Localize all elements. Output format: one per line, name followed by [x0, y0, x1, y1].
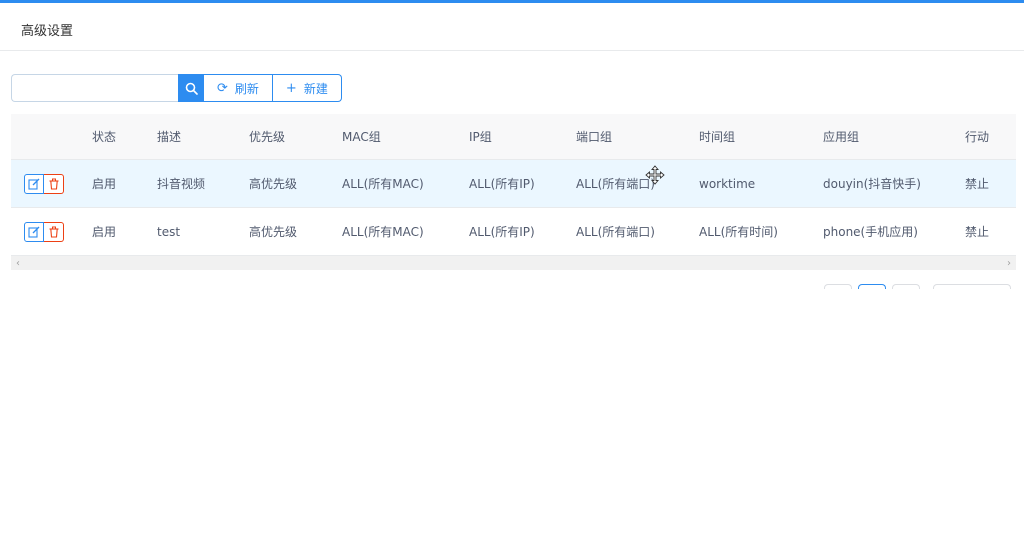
edit-button[interactable]	[24, 174, 44, 194]
page-title: 高级设置	[21, 24, 74, 39]
trash-icon	[49, 226, 58, 238]
description-cell: 抖音视频	[157, 177, 206, 191]
scroll-right-arrow[interactable]: ›	[1002, 256, 1016, 270]
edit-icon	[28, 226, 40, 238]
column-header-app-group: 应用组	[823, 130, 860, 144]
pagination-current-page[interactable]	[858, 284, 886, 289]
toolbar: ⟳ 刷新 + 新建	[11, 74, 342, 102]
edit-icon	[28, 178, 40, 190]
port-group-cell: ALL(所有端口)	[576, 177, 655, 191]
refresh-icon: ⟳	[217, 80, 228, 96]
row-actions	[24, 222, 64, 242]
column-header-time-group: 时间组	[699, 130, 736, 144]
plus-icon: +	[285, 80, 297, 96]
page-header: 高级设置	[0, 3, 1024, 51]
column-header-port-group: 端口组	[576, 130, 613, 144]
pagination-prev-button[interactable]	[824, 284, 852, 289]
status-cell: 启用	[92, 177, 117, 191]
priority-cell: 高优先级	[249, 225, 298, 239]
ip-group-cell: ALL(所有IP)	[469, 177, 535, 191]
scroll-left-arrow[interactable]: ‹	[11, 256, 25, 270]
column-header-ip-group: IP组	[469, 130, 492, 144]
table-row[interactable]: 启用 抖音视频 高优先级 ALL(所有MAC) ALL(所有IP) ALL(所有…	[11, 160, 1016, 208]
table-header: 状态 描述 优先级 MAC组 IP组 端口组 时间组 应用组 行动	[11, 114, 1016, 160]
description-cell: test	[157, 224, 181, 239]
refresh-button[interactable]: ⟳ 刷新	[204, 74, 273, 102]
ip-group-cell: ALL(所有IP)	[469, 225, 535, 239]
search-icon	[185, 82, 198, 95]
app-group-cell: douyin(抖音快手)	[823, 177, 921, 191]
new-label: 新建	[303, 81, 328, 96]
trash-icon	[49, 178, 58, 190]
column-header-status: 状态	[92, 130, 117, 144]
priority-cell: 高优先级	[249, 177, 298, 191]
column-header-mac-group: MAC组	[342, 130, 381, 144]
move-cursor-icon	[645, 165, 665, 185]
search-input[interactable]	[11, 74, 178, 102]
row-actions	[24, 174, 64, 194]
page-size-select[interactable]	[933, 284, 1011, 289]
rules-table: 状态 描述 优先级 MAC组 IP组 端口组 时间组 应用组 行动 启用 抖音视…	[11, 114, 1016, 271]
table-row[interactable]: 启用 test 高优先级 ALL(所有MAC) ALL(所有IP) ALL(所有…	[11, 208, 1016, 256]
edit-button[interactable]	[24, 222, 44, 242]
action-cell: 禁止	[965, 225, 990, 239]
search-button[interactable]	[178, 74, 204, 102]
pagination-next-button[interactable]	[892, 284, 920, 289]
delete-button[interactable]	[44, 174, 64, 194]
port-group-cell: ALL(所有端口)	[576, 225, 655, 239]
column-header-priority: 优先级	[249, 130, 286, 144]
status-cell: 启用	[92, 225, 117, 239]
time-group-cell: worktime	[699, 176, 756, 191]
app-group-cell: phone(手机应用)	[823, 225, 918, 239]
delete-button[interactable]	[44, 222, 64, 242]
horizontal-scrollbar[interactable]: ‹ ›	[11, 256, 1016, 270]
column-header-action: 行动	[965, 130, 990, 144]
action-cell: 禁止	[965, 177, 990, 191]
mac-group-cell: ALL(所有MAC)	[342, 177, 424, 191]
column-header-description: 描述	[157, 130, 182, 144]
time-group-cell: ALL(所有时间)	[699, 225, 778, 239]
refresh-label: 刷新	[234, 81, 259, 96]
new-button[interactable]: + 新建	[272, 74, 342, 102]
mac-group-cell: ALL(所有MAC)	[342, 225, 424, 239]
